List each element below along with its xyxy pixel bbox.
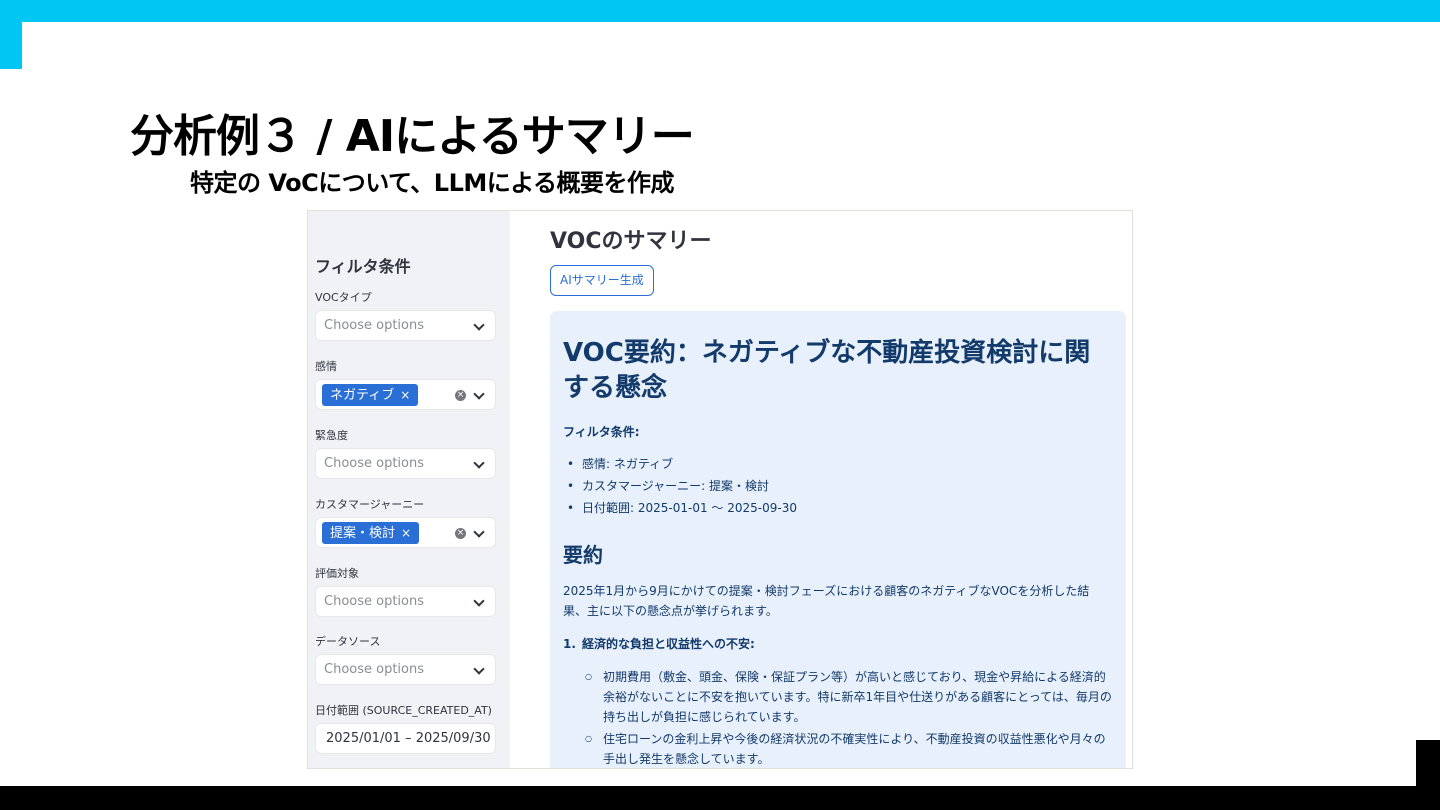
- chevron-down-icon: [473, 319, 485, 331]
- voc-type-placeholder: Choose options: [324, 318, 425, 333]
- date-range-value: 2025/01/01 – 2025/09/30: [326, 731, 491, 746]
- sentiment-tag-label: ネガティブ: [330, 388, 395, 403]
- summary-filter-heading: フィルタ条件:: [563, 425, 640, 439]
- data-source-label: データソース: [315, 635, 381, 648]
- data-source-select[interactable]: Choose options: [315, 654, 496, 685]
- left-accent-block: [0, 22, 22, 69]
- clear-icon[interactable]: ×: [455, 390, 466, 401]
- concern-bullet-list: 初期費用（敷金、頭金、保険・保証プラン等）が高いと感じており、現金や昇給による経…: [585, 667, 1115, 768]
- urgency-select[interactable]: Choose options: [315, 448, 496, 479]
- chevron-down-icon: [473, 457, 485, 469]
- generate-ai-summary-button[interactable]: AIサマリー生成: [550, 265, 654, 296]
- customer-journey-select[interactable]: 提案・検討 × ×: [315, 517, 496, 548]
- list-item: 住宅ローンの金利上昇や今後の経済状況の不確実性により、不動産投資の収益性悪化や月…: [585, 729, 1115, 768]
- concern-number: 1.: [563, 637, 576, 651]
- bottom-bar: [0, 786, 1440, 810]
- data-source-placeholder: Choose options: [324, 662, 425, 677]
- customer-journey-tag-label: 提案・検討: [330, 526, 396, 541]
- summary-filter-list: 感情: ネガティブ カスタマージャーニー: 提案・検討 日付範囲: 2025-0…: [563, 453, 797, 519]
- summary-title: VOC要約：ネガティブな不動産投資検討に関する懸念: [563, 338, 1091, 403]
- chevron-down-icon: [473, 388, 485, 400]
- clear-icon[interactable]: ×: [455, 528, 466, 539]
- page-title: VOCのサマリー: [550, 229, 712, 254]
- bottom-right-block: [1416, 740, 1440, 786]
- top-accent-bar: [0, 0, 1440, 22]
- tag-remove-icon[interactable]: ×: [400, 388, 410, 402]
- urgency-placeholder: Choose options: [324, 456, 425, 471]
- evaluation-target-placeholder: Choose options: [324, 594, 425, 609]
- list-item: 日付範囲: 2025-01-01 〜 2025-09-30: [563, 497, 797, 519]
- list-item: 初期費用（敷金、頭金、保険・保証プラン等）が高いと感じており、現金や昇給による経…: [585, 667, 1115, 727]
- chevron-down-icon: [473, 526, 485, 538]
- sentiment-label: 感情: [315, 360, 337, 373]
- voc-type-label: VOCタイプ: [315, 291, 372, 304]
- date-range-input[interactable]: 2025/01/01 – 2025/09/30: [315, 723, 496, 754]
- urgency-label: 緊急度: [315, 429, 348, 442]
- summary-section-title: 要約: [563, 543, 603, 567]
- list-item: 感情: ネガティブ: [563, 453, 797, 475]
- chevron-down-icon: [473, 595, 485, 607]
- sentiment-tag[interactable]: ネガティブ ×: [322, 384, 419, 406]
- tag-remove-icon[interactable]: ×: [401, 526, 411, 540]
- sentiment-select[interactable]: ネガティブ × ×: [315, 379, 496, 410]
- filter-sidebar: フィルタ条件 VOCタイプ Choose options 感情 ネガティブ × ×…: [308, 211, 510, 768]
- list-item: カスタマージャーニー: 提案・検討: [563, 475, 797, 497]
- chevron-down-icon: [473, 663, 485, 675]
- date-range-label: 日付範囲 (SOURCE_CREATED_AT): [315, 704, 492, 717]
- ai-summary-box: VOC要約：ネガティブな不動産投資検討に関する懸念 フィルタ条件: 感情: ネガ…: [550, 311, 1126, 768]
- concern-heading: 1. 経済的な負担と収益性への不安:: [563, 635, 755, 652]
- evaluation-target-label: 評価対象: [315, 567, 359, 580]
- evaluation-target-select[interactable]: Choose options: [315, 586, 496, 617]
- customer-journey-label: カスタマージャーニー: [315, 498, 425, 511]
- summary-paragraph: 2025年1月から9月にかけての提案・検討フェーズにおける顧客のネガティブなVO…: [563, 584, 1090, 618]
- slide-subtitle: 特定の VoCについて、LLMによる概要を作成: [190, 169, 675, 197]
- voc-type-select[interactable]: Choose options: [315, 310, 496, 341]
- customer-journey-tag[interactable]: 提案・検討 ×: [322, 522, 420, 544]
- app-screenshot: フィルタ条件 VOCタイプ Choose options 感情 ネガティブ × ×…: [307, 210, 1133, 769]
- sidebar-heading: フィルタ条件: [315, 257, 411, 276]
- concern-title: 経済的な負担と収益性への不安:: [582, 637, 755, 651]
- slide-title: 分析例３ / AIによるサマリー: [130, 111, 695, 162]
